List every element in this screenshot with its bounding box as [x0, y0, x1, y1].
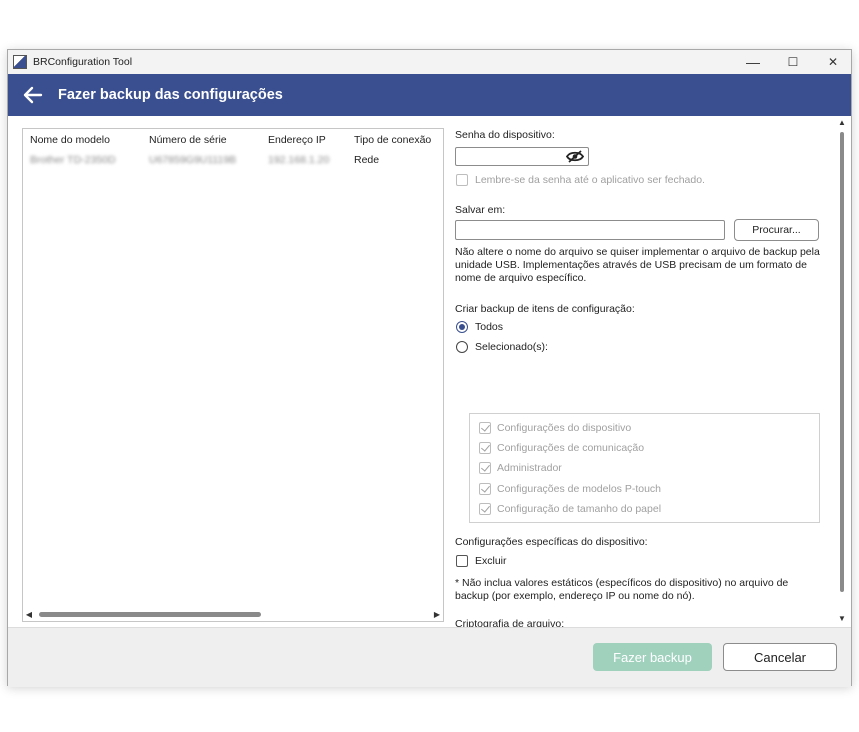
password-label: Senha do dispositivo:: [455, 129, 555, 141]
exclude-checkbox[interactable]: [456, 555, 468, 567]
column-header-serial[interactable]: Número de série: [142, 134, 261, 146]
backup-button[interactable]: Fazer backup: [593, 643, 712, 671]
browse-button[interactable]: Procurar...: [734, 219, 819, 241]
save-path-input[interactable]: [455, 220, 725, 240]
item-ptouch-templates-label: Configurações de modelos P-touch: [497, 483, 662, 495]
item-administrator-checkbox[interactable]: [479, 462, 491, 474]
device-table: Nome do modelo Número de série Endereço …: [22, 128, 444, 622]
radio-selected-label: Selecionado(s):: [475, 341, 548, 353]
maximize-button[interactable]: ☐: [773, 50, 813, 74]
item-device-settings-label: Configurações do dispositivo: [497, 422, 632, 434]
horizontal-scrollbar[interactable]: ◀ ▶: [23, 607, 443, 621]
radio-selected[interactable]: [456, 341, 468, 353]
close-button[interactable]: ✕: [813, 50, 853, 74]
exclude-note: * Não inclua valores estáticos (específi…: [455, 577, 789, 602]
cell-ip: 192.168.1.20: [268, 154, 330, 166]
exclude-label: Excluir: [475, 555, 507, 567]
backup-form: Senha do dispositivo: Lembre-se da senha…: [455, 116, 840, 627]
radio-all-label: Todos: [475, 321, 504, 333]
scroll-thumb[interactable]: [39, 611, 261, 617]
app-icon: [13, 55, 27, 69]
item-administrator-label: Administrador: [497, 462, 562, 474]
vertical-scrollbar[interactable]: ▲ ▼: [837, 116, 847, 627]
scroll-down-icon[interactable]: ▼: [837, 614, 847, 623]
scroll-right-icon[interactable]: ▶: [431, 610, 443, 619]
table-header: Nome do modelo Número de série Endereço …: [23, 129, 443, 151]
minimize-button[interactable]: —: [733, 50, 773, 74]
item-device-settings-checkbox[interactable]: [479, 422, 491, 434]
vertical-scroll-thumb[interactable]: [840, 132, 844, 592]
backup-items-label: Criar backup de itens de configuração:: [455, 303, 635, 315]
title-bar: BRConfiguration Tool — ☐ ✕: [8, 50, 851, 74]
save-to-label: Salvar em:: [455, 204, 506, 216]
remember-password-checkbox[interactable]: [456, 174, 468, 186]
items-group: Configurações do dispositivo Configuraçõ…: [469, 413, 820, 523]
cell-connection: Rede: [354, 154, 380, 166]
usb-note: Não altere o nome do arquivo se quiser i…: [455, 246, 820, 284]
item-paper-size-checkbox[interactable]: [479, 503, 491, 515]
cancel-button[interactable]: Cancelar: [723, 643, 837, 671]
content-area: Nome do modelo Número de série Endereço …: [8, 116, 851, 627]
item-paper-size-label: Configuração de tamanho do papel: [497, 503, 662, 515]
item-communication-checkbox[interactable]: [479, 442, 491, 454]
column-header-model[interactable]: Nome do modelo: [23, 134, 142, 146]
column-header-ip[interactable]: Endereço IP: [261, 134, 347, 146]
eye-slash-icon[interactable]: [565, 150, 585, 166]
password-input[interactable]: [455, 147, 589, 166]
scroll-left-icon[interactable]: ◀: [23, 610, 35, 619]
cell-model: Brother TD-2350D: [30, 154, 116, 166]
app-window: BRConfiguration Tool — ☐ ✕ Fazer backup …: [7, 49, 852, 687]
footer-bar: Fazer backup Cancelar: [8, 627, 851, 687]
window-title: BRConfiguration Tool: [33, 56, 133, 68]
page-title: Fazer backup das configurações: [58, 87, 283, 103]
item-ptouch-templates-checkbox[interactable]: [479, 483, 491, 495]
column-header-connection[interactable]: Tipo de conexão: [347, 134, 443, 146]
radio-all[interactable]: [456, 321, 468, 333]
page-header: Fazer backup das configurações: [8, 74, 851, 116]
device-specific-label: Configurações específicas do dispositivo…: [455, 536, 648, 548]
remember-password-label: Lembre-se da senha até o aplicativo ser …: [475, 174, 705, 186]
arrow-left-icon[interactable]: [22, 84, 44, 106]
encryption-label: Criptografia de arquivo:: [455, 618, 565, 627]
item-communication-label: Configurações de comunicação: [497, 442, 645, 454]
cell-serial: U67859G9U1119B: [149, 154, 237, 166]
scroll-up-icon[interactable]: ▲: [837, 118, 847, 127]
table-row[interactable]: Brother TD-2350D U67859G9U1119B 192.168.…: [23, 151, 443, 169]
